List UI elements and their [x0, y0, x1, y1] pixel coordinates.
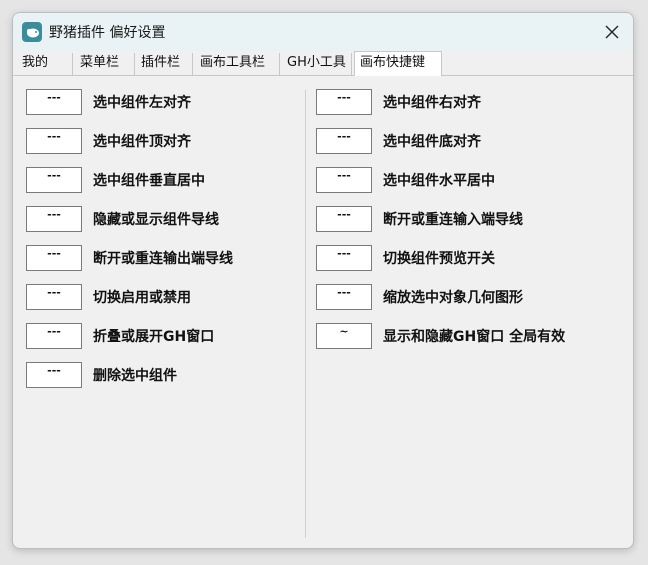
window-title: 野猪插件 偏好设置: [49, 25, 166, 41]
shortcut-label: 切换启用或禁用: [93, 290, 191, 306]
canvas-shortcuts-panel: --- 选中组件左对齐 --- 选中组件顶对齐 --- 选中组件垂直居中 ---…: [13, 76, 633, 548]
shortcut-label: 选中组件垂直居中: [93, 173, 205, 189]
shortcut-key-input[interactable]: ---: [316, 206, 372, 232]
shortcut-key-input[interactable]: ~: [316, 323, 372, 349]
tab-canvas-shortcuts[interactable]: 画布快捷键: [354, 51, 442, 76]
shortcut-key-input[interactable]: ---: [316, 89, 372, 115]
tab-gh-tools[interactable]: GH小工具: [282, 53, 352, 75]
shortcut-key-input[interactable]: ---: [26, 323, 82, 349]
shortcut-label: 折叠或展开GH窗口: [93, 329, 215, 345]
tab-plugin-bar[interactable]: 插件栏: [136, 53, 193, 75]
shortcut-label: 显示和隐藏GH窗口 全局有效: [383, 329, 566, 345]
shortcut-key-input[interactable]: ---: [316, 284, 372, 310]
shortcut-key-input[interactable]: ---: [26, 284, 82, 310]
shortcut-key-input[interactable]: ---: [26, 245, 82, 271]
shortcut-label: 选中组件底对齐: [383, 134, 481, 150]
tab-canvas-toolbar[interactable]: 画布工具栏: [195, 53, 280, 75]
shortcut-key-input[interactable]: ---: [26, 362, 82, 388]
shortcut-label: 缩放选中对象几何图形: [383, 290, 523, 306]
shortcut-key-input[interactable]: ---: [26, 167, 82, 193]
shortcut-key-input[interactable]: ---: [316, 245, 372, 271]
title-bar[interactable]: 野猪插件 偏好设置: [13, 13, 633, 51]
shortcut-label: 删除选中组件: [93, 368, 177, 384]
shortcut-key-input[interactable]: ---: [316, 167, 372, 193]
boar-app-icon: [22, 22, 42, 42]
shortcut-label: 断开或重连输入端导线: [383, 212, 523, 228]
shortcut-key-input[interactable]: ---: [316, 128, 372, 154]
shortcut-label: 切换组件预览开关: [383, 251, 495, 267]
shortcut-label: 选中组件左对齐: [93, 95, 191, 111]
shortcut-label: 隐藏或显示组件导线: [93, 212, 219, 228]
shortcut-key-input[interactable]: ---: [26, 89, 82, 115]
shortcut-label: 选中组件右对齐: [383, 95, 481, 111]
tab-menubar[interactable]: 菜单栏: [75, 53, 135, 75]
column-divider: [305, 90, 306, 538]
preferences-window: 野猪插件 偏好设置 我的 菜单栏 插件栏 画布工具栏 GH小工具 画布快捷键 -…: [12, 12, 634, 549]
shortcut-label: 选中组件水平居中: [383, 173, 495, 189]
shortcut-label: 选中组件顶对齐: [93, 134, 191, 150]
shortcut-key-input[interactable]: ---: [26, 128, 82, 154]
shortcut-label: 断开或重连输出端导线: [93, 251, 233, 267]
close-button[interactable]: [595, 17, 629, 47]
shortcut-key-input[interactable]: ---: [26, 206, 82, 232]
tab-mine[interactable]: 我的: [17, 53, 73, 75]
close-icon: [605, 25, 619, 39]
tab-strip: 我的 菜单栏 插件栏 画布工具栏 GH小工具 画布快捷键: [13, 51, 633, 76]
